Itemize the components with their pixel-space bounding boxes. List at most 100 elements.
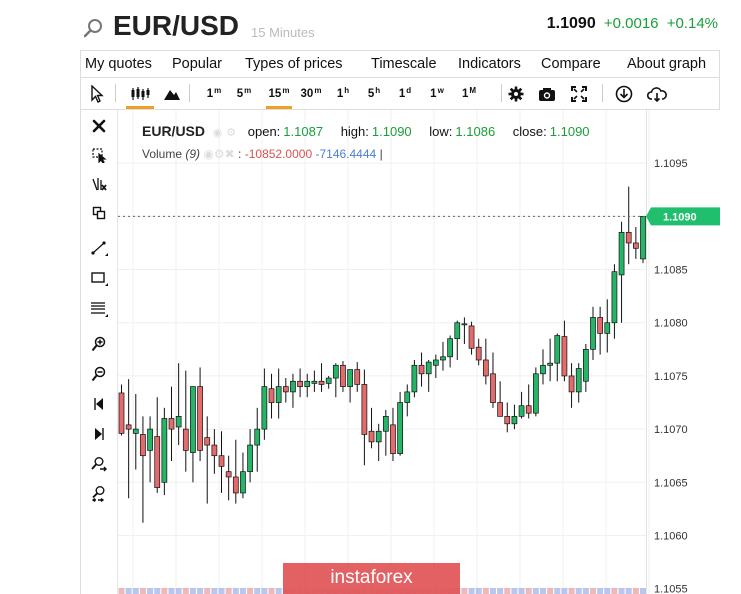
candle-up bbox=[261, 386, 268, 430]
cursor-icon[interactable] bbox=[87, 82, 107, 106]
volume-sep: : bbox=[238, 147, 242, 161]
timeframe-1w[interactable]: 1w bbox=[426, 82, 448, 106]
candle-down bbox=[268, 388, 275, 403]
volume-bar bbox=[597, 588, 604, 594]
gear-icon[interactable]: ⚙ bbox=[214, 147, 225, 161]
timeframe-15m[interactable]: 15 m bbox=[265, 82, 293, 109]
symbol-title[interactable]: EUR/USD bbox=[113, 10, 239, 42]
candle-up bbox=[590, 317, 596, 350]
scroll-left-icon[interactable] bbox=[89, 394, 109, 414]
candle-up bbox=[275, 386, 282, 403]
candle-down bbox=[475, 346, 482, 361]
timeframe-unit: d bbox=[406, 85, 412, 95]
price-chart[interactable]: 1.1095 1.1090 1.1085 1.1080 1.1075 1.1070 1.10… bbox=[118, 110, 723, 594]
fib-levels-icon[interactable] bbox=[89, 299, 109, 319]
timeframe-1m[interactable]: 1m bbox=[203, 82, 225, 106]
eye-icon[interactable]: ◉ bbox=[213, 127, 223, 139]
timeframe-value: 1 bbox=[430, 88, 437, 100]
candle-down bbox=[182, 428, 189, 451]
candle-up bbox=[547, 362, 553, 366]
volume-value-2: -7146.4444 bbox=[315, 147, 377, 161]
candle-up bbox=[411, 364, 418, 393]
candle-up bbox=[618, 231, 625, 276]
close-value: 1.1090 bbox=[549, 124, 590, 139]
candle-down bbox=[232, 476, 239, 494]
candle-up bbox=[290, 380, 296, 393]
candle-up bbox=[240, 471, 246, 494]
rectangle-icon[interactable] bbox=[89, 268, 109, 288]
timeframe-1h[interactable]: 1h bbox=[332, 82, 354, 106]
eye-icon[interactable]: ◉ bbox=[203, 147, 213, 161]
timeframe-1d[interactable]: 1d bbox=[394, 82, 416, 106]
zoom-in-icon[interactable] bbox=[89, 334, 109, 354]
candle-up bbox=[440, 356, 446, 361]
volume-bar bbox=[625, 588, 632, 594]
timeframe-5h[interactable]: 5h bbox=[363, 82, 385, 106]
volume-bar bbox=[218, 588, 225, 594]
chart-toolbar: 1 m 5 m 15 m 30 m 1 h 5 h 1 d 1 w 1 M bbox=[80, 78, 720, 110]
volume-bar bbox=[225, 588, 232, 594]
candle-down bbox=[168, 418, 175, 430]
candle-down bbox=[125, 424, 132, 430]
gear-icon[interactable]: ⚙ bbox=[226, 127, 236, 139]
candle-down bbox=[504, 416, 511, 425]
watermark: instaforex bbox=[283, 563, 460, 594]
delete-drawings-icon[interactable] bbox=[89, 174, 109, 194]
volume-bar bbox=[475, 588, 482, 594]
volume-bar bbox=[568, 588, 575, 594]
candle-down bbox=[482, 359, 489, 377]
volume-label: Volume bbox=[142, 147, 183, 161]
timeframe-value: 30 bbox=[300, 88, 314, 100]
candle-up bbox=[540, 364, 546, 375]
menu-timescale[interactable]: Timescale bbox=[371, 56, 437, 72]
timeframe-30m[interactable]: 30 m bbox=[297, 82, 325, 106]
menu-compare[interactable]: Compare bbox=[541, 56, 601, 72]
candle-up bbox=[190, 386, 196, 453]
select-tool-icon[interactable] bbox=[89, 145, 109, 165]
legend-symbol: EUR/USD bbox=[142, 123, 206, 139]
menu-my-quotes[interactable]: My quotes bbox=[85, 56, 152, 72]
candle-up bbox=[311, 380, 318, 384]
volume-bar bbox=[532, 588, 539, 594]
trendline-icon[interactable] bbox=[89, 238, 109, 258]
menu-indicators[interactable]: Indicators bbox=[458, 56, 521, 72]
volume-bar bbox=[204, 588, 211, 594]
layers-icon[interactable] bbox=[89, 203, 109, 223]
candle-up bbox=[397, 402, 403, 454]
candle-up bbox=[511, 416, 518, 425]
close-icon[interactable] bbox=[89, 116, 109, 136]
timeframe-1M[interactable]: 1M bbox=[458, 82, 480, 106]
main-menu: My quotes Popular Types of prices Timesc… bbox=[80, 50, 720, 78]
gear-icon[interactable] bbox=[505, 82, 527, 106]
menu-popular[interactable]: Popular bbox=[172, 56, 222, 72]
candle-down bbox=[568, 375, 575, 393]
menu-types-of-prices[interactable]: Types of prices bbox=[245, 56, 343, 72]
area-chart-icon[interactable] bbox=[161, 82, 183, 106]
volume-bar bbox=[497, 588, 504, 594]
candle-up bbox=[432, 359, 439, 366]
zoom-fit-icon[interactable] bbox=[89, 454, 109, 474]
zoom-reset-icon[interactable] bbox=[89, 484, 109, 504]
download-icon[interactable] bbox=[613, 82, 635, 106]
y-tick-label: 1.1065 bbox=[654, 477, 688, 489]
cloud-download-icon[interactable] bbox=[645, 82, 669, 106]
close-icon[interactable]: ✖ bbox=[225, 147, 235, 161]
candle-up bbox=[582, 348, 589, 382]
search-icon[interactable] bbox=[82, 17, 104, 39]
volume-bar bbox=[254, 588, 261, 594]
header: EUR/USD 15 Minutes 1.1090 +0.0016 +0.14% bbox=[82, 8, 722, 46]
menu-about-graph[interactable]: About graph bbox=[627, 56, 706, 72]
fullscreen-icon[interactable] bbox=[568, 82, 590, 106]
timeframe-unit: M bbox=[469, 85, 477, 95]
zoom-out-icon[interactable] bbox=[89, 364, 109, 384]
scroll-right-icon[interactable] bbox=[89, 424, 109, 444]
volume-bar bbox=[461, 588, 468, 594]
candle-up bbox=[325, 377, 332, 384]
candlestick-icon[interactable] bbox=[125, 82, 155, 109]
timeframe-5m[interactable]: 5m bbox=[233, 82, 255, 106]
camera-icon[interactable] bbox=[536, 82, 558, 106]
candle-down bbox=[211, 444, 218, 457]
y-tick-label: 1.1070 bbox=[654, 424, 688, 436]
candle-up bbox=[532, 373, 539, 414]
timeframe-unit: m bbox=[214, 85, 222, 95]
